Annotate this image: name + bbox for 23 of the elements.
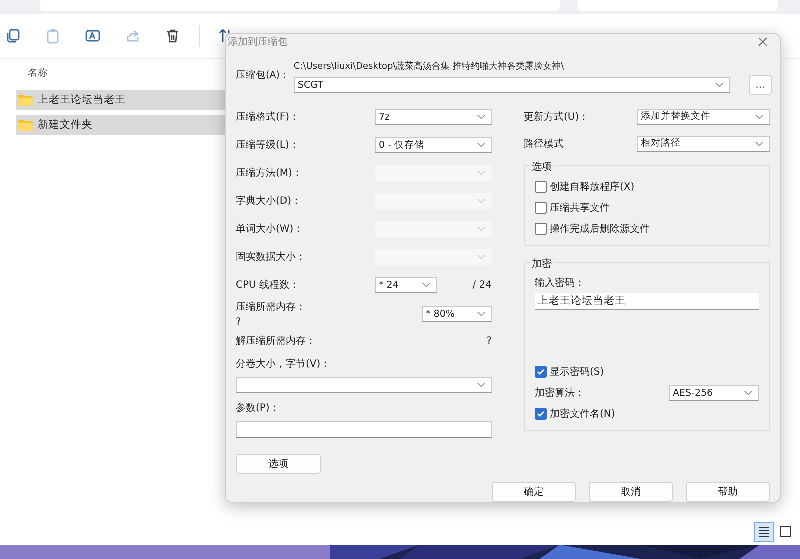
field-label: 分卷大小，字节(V)： <box>236 358 332 371</box>
memory-value: ? <box>236 317 242 328</box>
field-label: 压缩方法(M)： <box>236 166 302 180</box>
field-label: 单词大小(W)： <box>236 222 304 236</box>
field-label: 输入密码： <box>535 276 586 290</box>
field-label: 压缩格式(F)： <box>236 110 300 124</box>
field-label: 加密算法： <box>535 386 585 400</box>
thread-limit: / 24 <box>472 280 492 290</box>
field-label: 参数(P)： <box>236 402 281 415</box>
group-title: 选项 <box>530 160 554 174</box>
field-label: 固实数据大小： <box>236 250 306 264</box>
field-label: 解压缩所需内存： <box>236 334 316 348</box>
field-label: 更新方式(U)： <box>524 110 590 124</box>
field-label: CPU 线程数： <box>236 278 300 292</box>
dialog-title: 添加到压缩包 <box>228 36 288 49</box>
field-label: 压缩所需内存： <box>236 300 306 314</box>
archive-label: 压缩包(A)： <box>236 69 290 83</box>
memory-value: ? <box>486 336 492 346</box>
group-title: 加密 <box>530 257 554 271</box>
archive-path: C:\Users\liuxi\Desktop\蔬菜高汤合集 推特约啪大神各类露脸女神\ <box>294 60 566 73</box>
field-label: 压缩等级(L)： <box>236 138 300 152</box>
field-label: 路径模式 <box>524 138 564 150</box>
field-label: 字典大小(D)： <box>236 194 302 208</box>
